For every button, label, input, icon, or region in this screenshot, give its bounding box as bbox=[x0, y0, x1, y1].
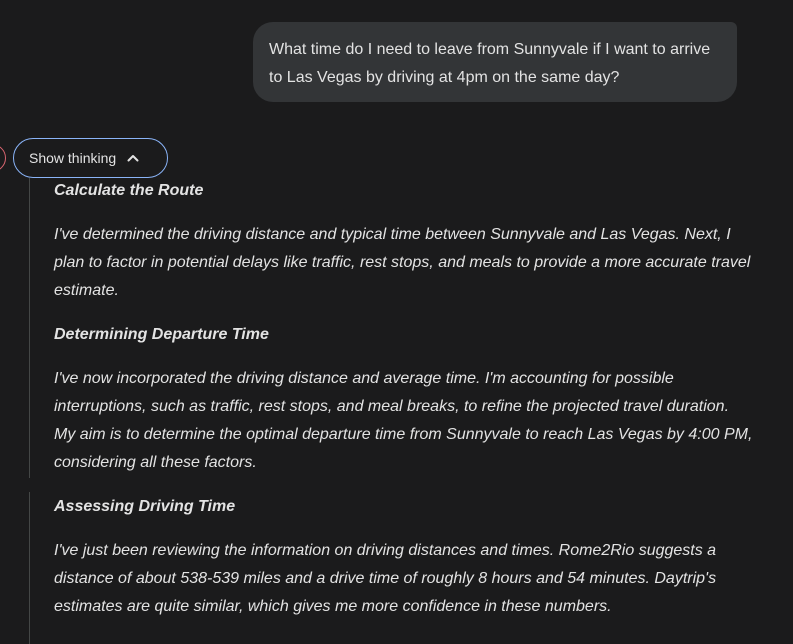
thought-body: I've determined the driving distance and… bbox=[54, 226, 751, 299]
thought-body: I've now incorporated the driving distan… bbox=[54, 370, 753, 471]
show-thinking-label: Show thinking bbox=[29, 150, 117, 166]
thought-heading: Calculate the Route bbox=[54, 182, 204, 199]
thought-body: I've just been reviewing the information… bbox=[54, 542, 717, 615]
thought-heading: Assessing Driving Time bbox=[54, 498, 236, 515]
chevron-up-icon bbox=[127, 155, 139, 162]
user-message-text: What time do I need to leave from Sunnyv… bbox=[269, 41, 711, 86]
show-thinking-button[interactable]: Show thinking bbox=[13, 138, 168, 178]
user-message-bubble: What time do I need to leave from Sunnyv… bbox=[253, 22, 737, 102]
thinking-panel: Calculate the Route I've determined the … bbox=[54, 177, 754, 621]
thinking-rail bbox=[29, 492, 30, 644]
thinking-rail bbox=[29, 178, 30, 478]
gemini-avatar-icon bbox=[0, 144, 6, 172]
thought-heading: Determining Departure Time bbox=[54, 326, 269, 343]
